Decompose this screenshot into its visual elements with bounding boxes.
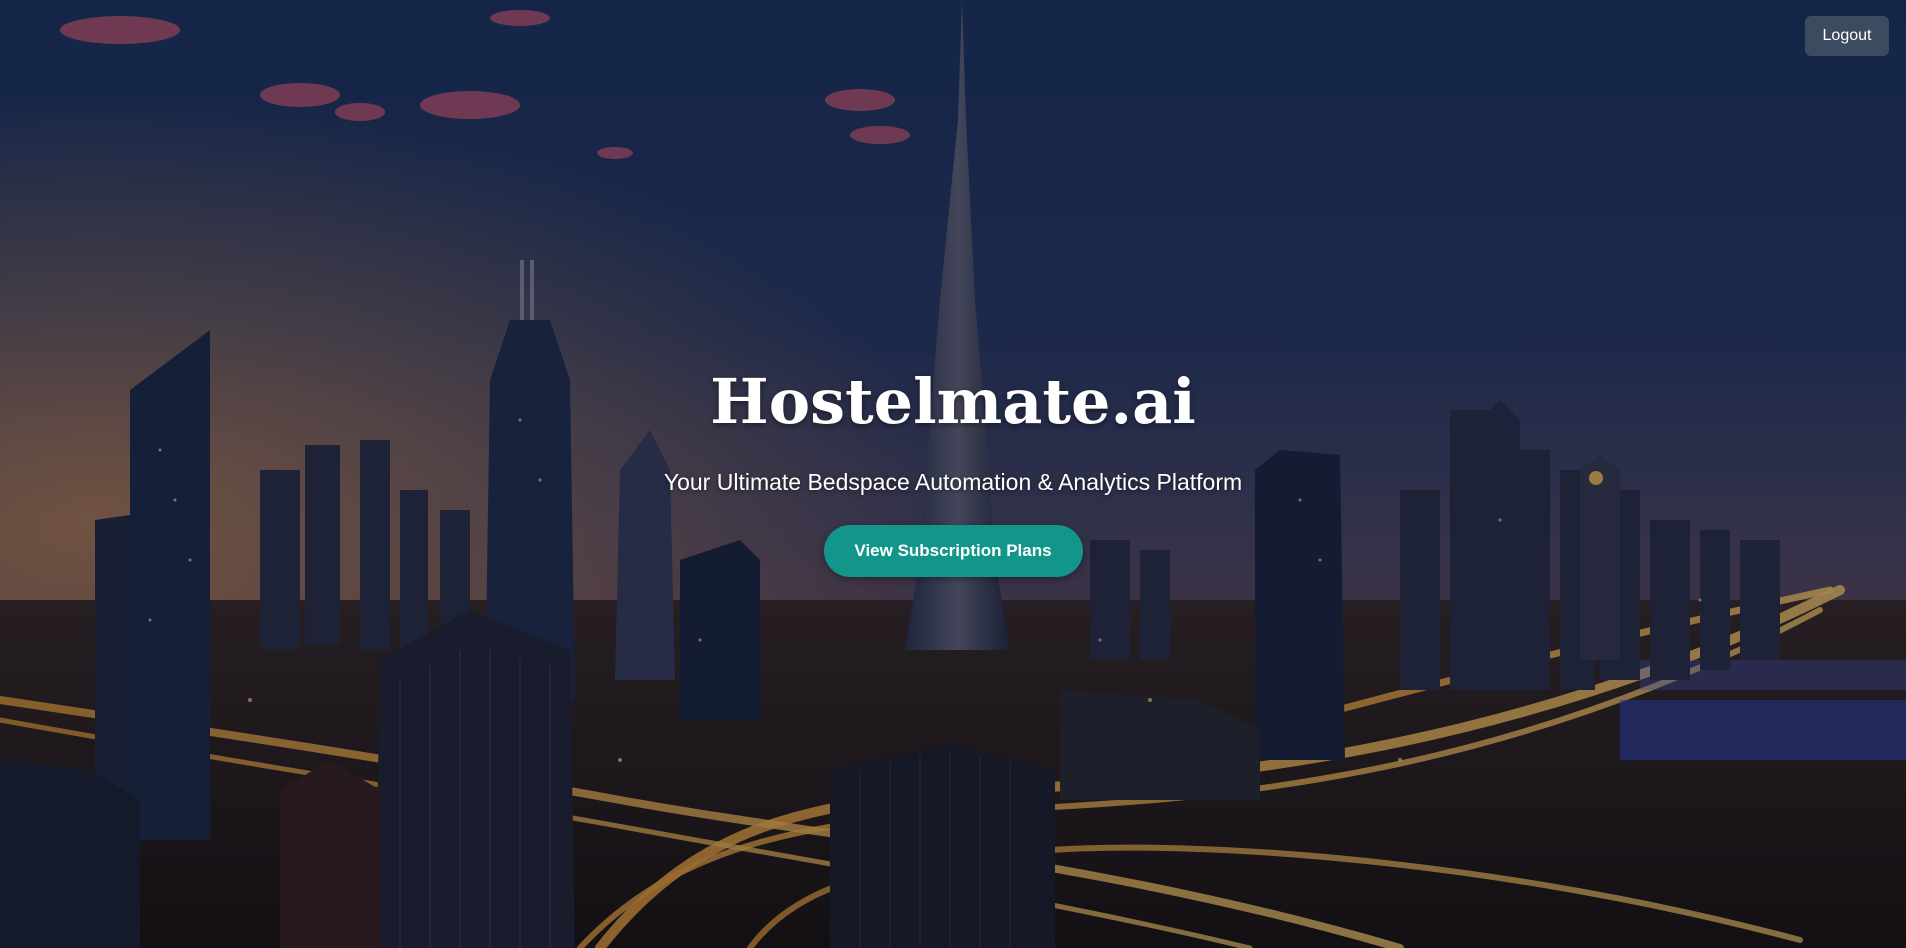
view-subscription-plans-button[interactable]: View Subscription Plans [823, 525, 1083, 577]
hero-title: Hostelmate.ai [710, 365, 1196, 438]
hero-subtitle: Your Ultimate Bedspace Automation & Anal… [663, 469, 1243, 495]
hero-section: Hostelmate.ai Your Ultimate Bedspace Aut… [0, 352, 1906, 577]
landing-page: Logout Hostelmate.ai Your Ultimate Bedsp… [0, 0, 1906, 948]
logout-button[interactable]: Logout [1805, 16, 1889, 56]
